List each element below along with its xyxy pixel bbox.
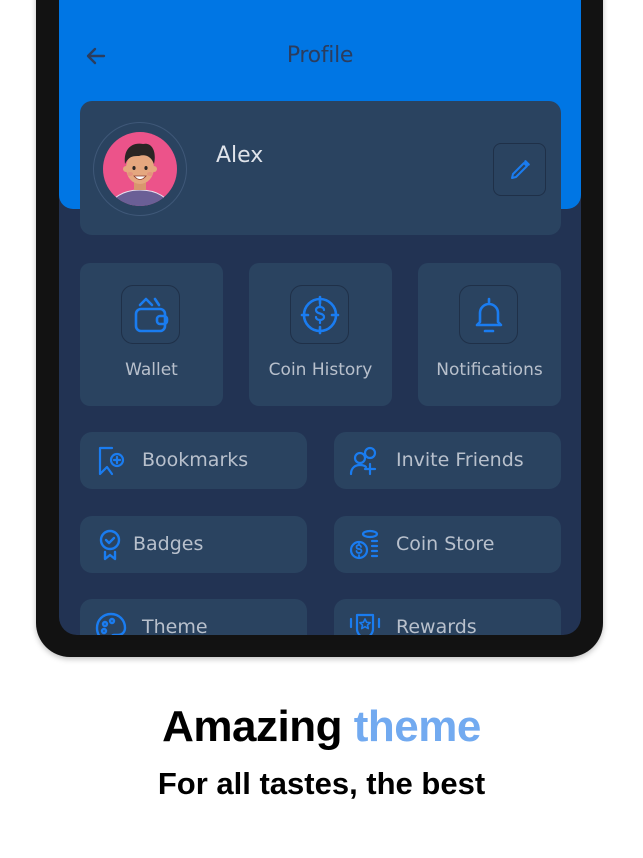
menu-label: Invite Friends — [396, 449, 524, 471]
icon-box — [459, 285, 518, 344]
app-screen: Profile Alex Wallet Coin History Notific… — [59, 0, 581, 635]
menu-coin-store[interactable]: Coin Store — [334, 516, 561, 573]
menu-rewards[interactable]: Rewards — [334, 599, 561, 635]
tile-label: Wallet — [125, 360, 178, 380]
bookmark-add-icon — [98, 446, 125, 476]
icon-box — [290, 285, 349, 344]
promo-subcaption: For all tastes, the best — [157, 766, 486, 801]
icon-box — [121, 285, 180, 344]
tile-label: Notifications — [436, 360, 543, 380]
icon-wrap — [348, 528, 382, 562]
wallet-icon — [134, 297, 168, 332]
icon-wrap — [348, 611, 382, 635]
badge-icon — [99, 529, 121, 561]
tile-label: Coin History — [268, 360, 373, 380]
menu-label: Coin Store — [396, 533, 495, 555]
user-name: Alex — [216, 143, 264, 168]
menu-invite-friends[interactable]: Invite Friends — [334, 432, 561, 489]
edit-profile-button[interactable] — [493, 143, 546, 196]
palette-icon — [95, 612, 127, 635]
icon-wrap — [94, 528, 128, 562]
tile-notifications[interactable]: Notifications — [418, 263, 561, 406]
tile-coin-history[interactable]: Coin History — [249, 263, 392, 406]
avatar-illustration-icon — [109, 143, 171, 206]
menu-badges[interactable]: Badges — [80, 516, 307, 573]
avatar[interactable] — [103, 132, 177, 206]
menu-label: Bookmarks — [142, 449, 249, 471]
profile-card: Alex — [80, 101, 561, 235]
pencil-icon — [510, 159, 530, 179]
icon-wrap — [348, 444, 382, 478]
page-title: Profile — [286, 43, 354, 68]
invite-friends-icon — [349, 446, 377, 476]
avatar-ring — [93, 122, 187, 216]
caption-accent: theme — [353, 702, 482, 751]
icon-wrap — [94, 444, 128, 478]
menu-label: Theme — [142, 616, 208, 635]
menu-bookmarks[interactable]: Bookmarks — [80, 432, 307, 489]
reward-shield-icon — [349, 613, 381, 635]
caption-main: Amazing — [162, 702, 343, 751]
bell-icon — [475, 297, 502, 332]
icon-wrap — [94, 611, 128, 635]
tile-wallet[interactable]: Wallet — [80, 263, 223, 406]
menu-label: Badges — [133, 533, 204, 555]
menu-theme[interactable]: Theme — [80, 599, 307, 635]
coin-history-icon — [300, 295, 339, 334]
menu-label: Rewards — [396, 616, 477, 635]
coin-stack-icon — [349, 529, 379, 560]
promo-caption: Amazing theme — [0, 700, 643, 754]
